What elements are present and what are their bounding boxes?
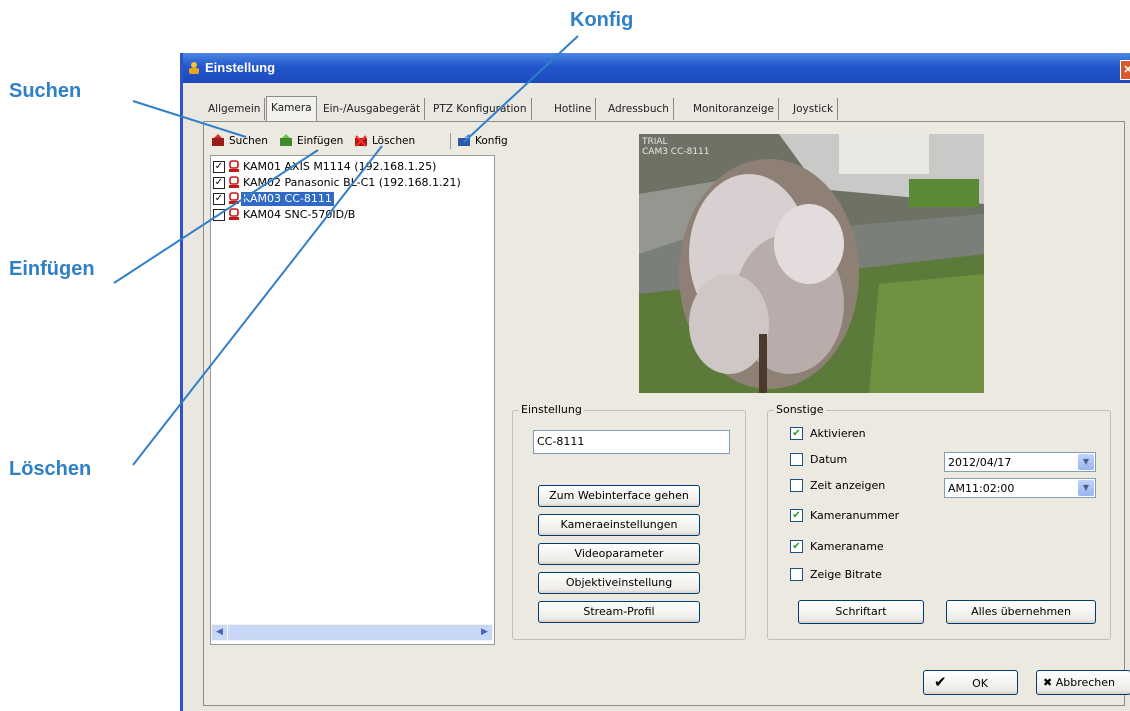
tab-hotline[interactable]: Hotline [550, 98, 597, 120]
camera-icon [229, 192, 239, 204]
tab-io-device[interactable]: Ein-/Ausgabegerät [319, 98, 426, 120]
insert-label: Einfügen [297, 135, 344, 147]
schriftart-button[interactable]: Schriftart [798, 600, 924, 624]
insert-button[interactable]: Einfügen [279, 132, 343, 150]
config-button[interactable]: Konfig [457, 132, 508, 150]
chevron-down-icon[interactable]: ▼ [1078, 454, 1094, 470]
aktivieren-checkbox[interactable]: ✔ [790, 427, 803, 440]
osd-line2: CAM3 CC-8111 [642, 147, 710, 157]
einstellung-group-title: Einstellung [519, 403, 584, 416]
delete-label: Löschen [372, 135, 416, 147]
search-button[interactable]: Suchen [211, 132, 268, 150]
cancel-button[interactable]: ✖ Abbrechen [1036, 670, 1130, 695]
scroll-thumb[interactable] [228, 625, 478, 640]
close-icon: ✕ [1123, 64, 1130, 76]
datum-value: 2012/04/17 [948, 456, 1012, 469]
aktivieren-label: Aktivieren [810, 427, 866, 440]
kameranummer-checkbox[interactable]: ✔ [790, 509, 803, 522]
datum-select[interactable]: 2012/04/17 ▼ [944, 452, 1096, 472]
camera-4-checkbox[interactable] [213, 209, 225, 221]
delete-button[interactable]: Löschen [354, 132, 415, 150]
bitrate-checkbox[interactable] [790, 568, 803, 581]
zeit-select[interactable]: AM11:02:00 ▼ [944, 478, 1096, 498]
camera-1-label: KAM01 AXIS M1114 (192.168.1.25) [243, 160, 437, 173]
camera-3-checkbox[interactable]: ✓ [213, 193, 225, 205]
zeit-value: AM11:02:00 [948, 482, 1015, 495]
tab-allgemein[interactable]: Allgemein [204, 98, 266, 120]
title-bar[interactable]: Einstellung ✕ [183, 53, 1130, 83]
zeit-checkbox[interactable] [790, 479, 803, 492]
einstellung-group: Einstellung CC-8111 Zum Webinterface geh… [512, 403, 746, 640]
preview-image [639, 134, 984, 393]
tab-ptz[interactable]: PTZ Konfiguration [429, 98, 532, 120]
scroll-left-icon[interactable]: ◀ [212, 625, 227, 640]
annotation-suchen: Suchen [9, 80, 82, 102]
insert-camera-icon [280, 134, 292, 146]
chevron-down-icon[interactable]: ▼ [1078, 480, 1094, 496]
bitrate-label: Zeige Bitrate [810, 568, 882, 581]
scroll-right-icon[interactable]: ▶ [477, 625, 492, 640]
settings-window: Einstellung ✕ Allgemein Kamera Ein-/Ausg… [180, 53, 1130, 711]
datum-checkbox[interactable] [790, 453, 803, 466]
toolbar-separator [450, 133, 451, 149]
search-label: Suchen [229, 135, 268, 147]
ok-button[interactable]: ✔ OK [923, 670, 1018, 695]
cancel-label: Abbrechen [1055, 676, 1116, 689]
lens-settings-button[interactable]: Objektiveinstellung [538, 572, 700, 594]
delete-camera-icon [355, 135, 367, 147]
datum-label: Datum [810, 453, 848, 466]
app-icon [189, 62, 199, 74]
camera-tab-panel: Suchen Einfügen Löschen Konfig ✓ KAM01 A… [203, 121, 1125, 706]
cross-icon: ✖ [1043, 676, 1053, 689]
camera-preview: TRIAL CAM3 CC-8111 [639, 134, 984, 393]
sonstige-group: Sonstige ✔ Aktivieren Datum 2012/04/17 ▼… [767, 403, 1111, 640]
annotation-konfig: Konfig [570, 9, 634, 31]
config-label: Konfig [475, 135, 508, 147]
kameranummer-label: Kameranummer [810, 509, 900, 522]
camera-1-checkbox[interactable]: ✓ [213, 161, 225, 173]
camera-icon [229, 176, 239, 188]
sonstige-group-title: Sonstige [774, 403, 826, 416]
tab-joystick[interactable]: Joystick [789, 98, 839, 120]
stream-profile-button[interactable]: Stream-Profil [538, 601, 700, 623]
window-title: Einstellung [205, 60, 276, 75]
camera-settings-button[interactable]: Kameraeinstellungen [538, 514, 700, 536]
annotation-einfuegen: Einfügen [9, 258, 95, 280]
camera-icon [229, 208, 239, 220]
preview-osd: TRIAL CAM3 CC-8111 [642, 137, 710, 157]
tab-monitoranzeige[interactable]: Monitoranzeige [689, 98, 780, 120]
tab-kamera[interactable]: Kamera [266, 96, 317, 122]
checkmark-icon: ✔ [934, 673, 947, 691]
camera-3-label-selected: KAM03 CC-8111 [241, 192, 334, 206]
alles-uebernehmen-button[interactable]: Alles übernehmen [946, 600, 1096, 624]
ok-label: OK [972, 677, 988, 690]
search-camera-icon [212, 134, 224, 146]
camera-2-checkbox[interactable]: ✓ [213, 177, 225, 189]
webinterface-button[interactable]: Zum Webinterface gehen [538, 485, 700, 507]
camera-2-label: KAM02 Panasonic BL-C1 (192.168.1.21) [243, 176, 461, 189]
zeit-label: Zeit anzeigen [810, 479, 886, 492]
camera-4-label: KAM04 SNC-570ID/B [243, 208, 356, 221]
kameraname-checkbox[interactable]: ✔ [790, 540, 803, 553]
close-button[interactable]: ✕ [1120, 60, 1130, 80]
annotation-loeschen: Löschen [9, 458, 92, 480]
tab-adressbuch[interactable]: Adressbuch [604, 98, 674, 120]
kameraname-label: Kameraname [810, 540, 884, 553]
video-params-button[interactable]: Videoparameter [538, 543, 700, 565]
camera-name-field[interactable]: CC-8111 [533, 430, 730, 454]
osd-line1: TRIAL [642, 137, 668, 147]
camera-list-hscrollbar[interactable]: ◀ ▶ [211, 624, 493, 641]
camera-list[interactable]: ✓ KAM01 AXIS M1114 (192.168.1.25) ✓ KAM0… [210, 155, 495, 645]
config-camera-icon [458, 134, 470, 146]
camera-icon [229, 160, 239, 172]
